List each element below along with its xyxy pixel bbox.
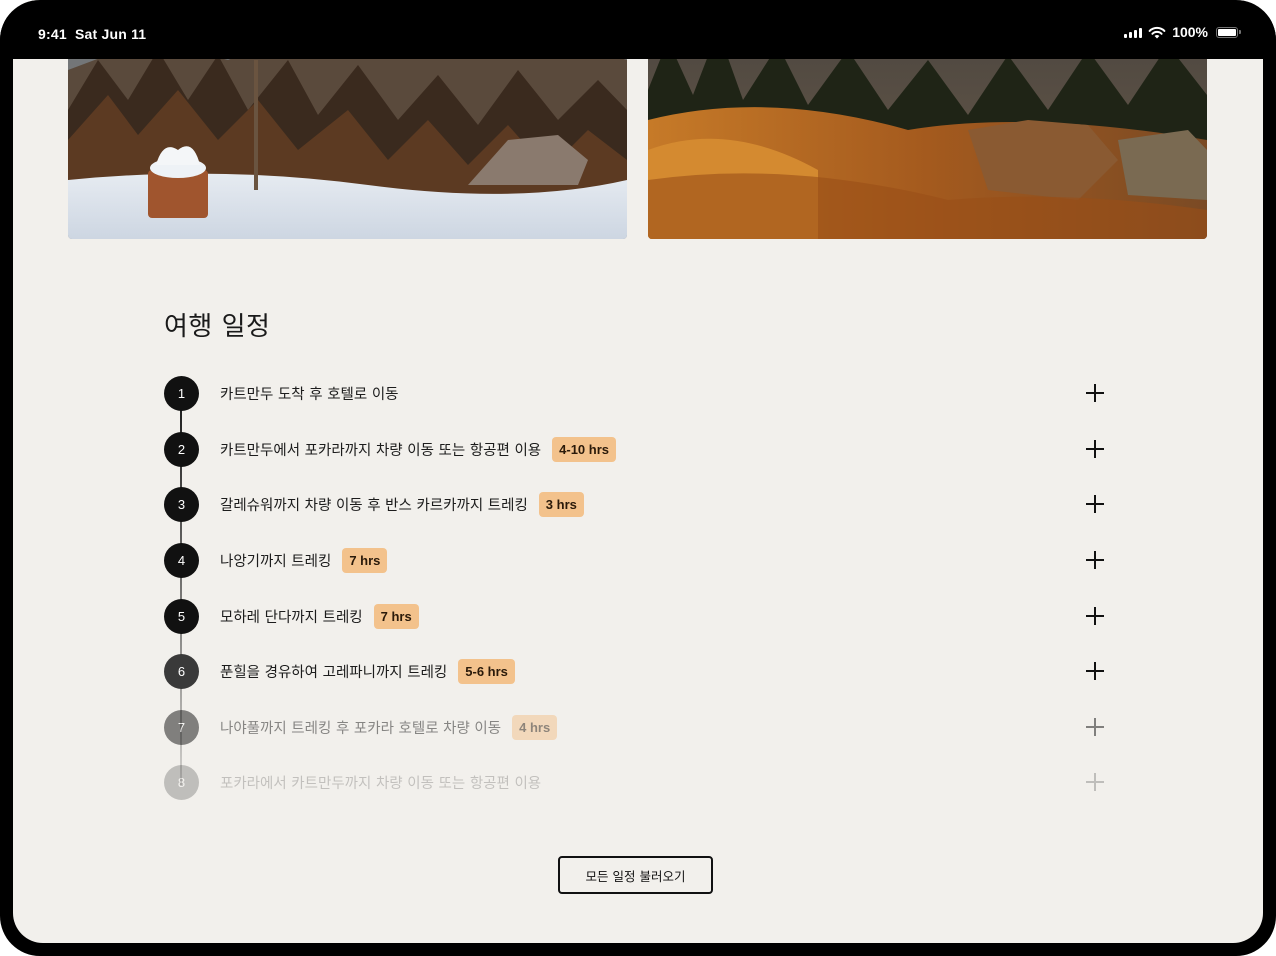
- step-number: 5: [164, 598, 199, 634]
- step-number: 6: [164, 653, 199, 689]
- itinerary-item-4[interactable]: 4 나앙기까지 트레킹 7 hrs: [164, 542, 1104, 578]
- duration-badge: 5-6 hrs: [458, 658, 515, 684]
- status-date-text: Sat Jun 11: [75, 26, 147, 42]
- cellular-signal-icon: [1124, 26, 1143, 38]
- step-number: 4: [164, 542, 199, 578]
- tablet-frame: 9:41 Sat Jun 11 100% 여행 일정 1 카트만두 도착 후 호…: [0, 0, 1276, 956]
- duration-badge: 7 hrs: [342, 547, 388, 573]
- step-label: 푼힐을 경유하여 고레파니까지 트레킹: [220, 664, 448, 681]
- expand-plus-icon[interactable]: [1086, 551, 1104, 569]
- itinerary-item-2[interactable]: 2 카트만두에서 포카라까지 차량 이동 또는 항공편 이용 4-10 hrs: [164, 431, 1104, 467]
- step-label: 카트만두에서 포카라까지 차량 이동 또는 항공편 이용: [220, 442, 542, 459]
- expand-plus-icon[interactable]: [1086, 662, 1104, 680]
- wifi-icon: [1148, 26, 1166, 38]
- duration-badge: 4 hrs: [512, 714, 558, 740]
- duration-badge: 4-10 hrs: [552, 436, 617, 462]
- battery-icon: [1216, 26, 1241, 38]
- step-label: 포카라에서 카트만두까지 차량 이동 또는 항공편 이용: [220, 775, 542, 792]
- step-number: 3: [164, 486, 199, 522]
- expand-plus-icon[interactable]: [1086, 384, 1104, 402]
- step-label: 모하레 단다까지 트레킹: [220, 609, 363, 626]
- itinerary-item-7[interactable]: 7 나야풀까지 트레킹 후 포카라 호텔로 차량 이동 4 hrs: [164, 709, 1104, 745]
- step-number: 1: [164, 375, 199, 411]
- status-indicators: 100%: [1124, 24, 1241, 40]
- expand-plus-icon[interactable]: [1086, 495, 1104, 513]
- itinerary-item-5[interactable]: 5 모하레 단다까지 트레킹 7 hrs: [164, 598, 1104, 634]
- status-time: 9:41 Sat Jun 11: [38, 26, 146, 42]
- status-time-text: 9:41: [38, 26, 67, 42]
- step-number: 2: [164, 431, 199, 467]
- itinerary-item-6[interactable]: 6 푼힐을 경유하여 고레파니까지 트레킹 5-6 hrs: [164, 653, 1104, 689]
- step-label: 나야풀까지 트레킹 후 포카라 호텔로 차량 이동: [220, 720, 502, 737]
- expand-plus-icon[interactable]: [1086, 773, 1104, 791]
- step-label: 카트만두 도착 후 호텔로 이동: [220, 386, 399, 403]
- step-number: 8: [164, 764, 199, 800]
- step-label: 나앙기까지 트레킹: [220, 553, 332, 570]
- expand-plus-icon[interactable]: [1086, 607, 1104, 625]
- battery-percent: 100%: [1172, 24, 1208, 40]
- expand-plus-icon[interactable]: [1086, 440, 1104, 458]
- status-bar: 9:41 Sat Jun 11 100%: [0, 0, 1276, 59]
- itinerary-item-1[interactable]: 1 카트만두 도착 후 호텔로 이동: [164, 375, 1104, 411]
- itinerary-item-8[interactable]: 8 포카라에서 카트만두까지 차량 이동 또는 항공편 이용: [164, 764, 1104, 800]
- itinerary-item-3[interactable]: 3 갈레슈워까지 차량 이동 후 반스 카르카까지 트레킹 3 hrs: [164, 486, 1104, 522]
- step-number: 7: [164, 709, 199, 745]
- duration-badge: 3 hrs: [538, 491, 584, 517]
- screen: 여행 일정 1 카트만두 도착 후 호텔로 이동 2 카트만두에서 포카라까지 …: [13, 0, 1263, 943]
- expand-plus-icon[interactable]: [1086, 718, 1104, 736]
- step-label: 갈레슈워까지 차량 이동 후 반스 카르카까지 트레킹: [220, 497, 528, 514]
- load-all-itinerary-button[interactable]: 모든 일정 불러오기: [558, 856, 713, 894]
- itinerary-title: 여행 일정: [164, 312, 271, 342]
- duration-badge: 7 hrs: [373, 603, 419, 629]
